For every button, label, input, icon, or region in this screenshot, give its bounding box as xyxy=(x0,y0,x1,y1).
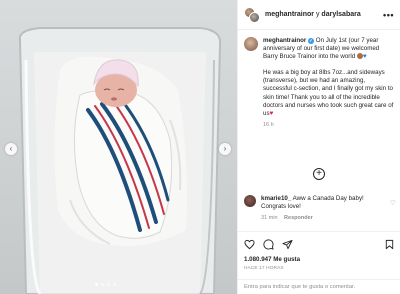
post-header: meghantrainor y darylsabara ••• xyxy=(238,0,400,30)
newborn-photo-illustration xyxy=(18,27,222,294)
comment-input[interactable] xyxy=(244,284,364,290)
post-timestamp: HACE 17 HORAS xyxy=(244,266,284,271)
red-heart-emoji-icon: ♥ xyxy=(269,109,274,117)
post-actions: 1.080.947 Me gusta HACE 17 HORAS xyxy=(238,231,400,271)
like-comment-heart-icon[interactable]: ♡ xyxy=(390,199,396,207)
blue-heart-emoji-icon: ♥ xyxy=(362,53,367,61)
chevron-right-icon: › xyxy=(223,144,227,153)
comment-body: kmarie10_ Aww a Canada Day baby! Congrat… xyxy=(261,195,381,222)
comment-username[interactable]: kmarie10_ xyxy=(261,195,291,202)
account-link[interactable]: meghantrainor xyxy=(265,11,314,18)
plus-circle-icon[interactable]: + xyxy=(313,168,325,180)
post-side-panel: meghantrainor y darylsabara ••• meghantr… xyxy=(237,0,400,294)
avatar[interactable] xyxy=(244,195,256,207)
post-photo[interactable]: ‹ › xyxy=(0,0,237,294)
reply-button[interactable]: Responder xyxy=(284,215,313,221)
share-icon[interactable] xyxy=(282,239,293,250)
carousel-dot xyxy=(95,283,98,286)
post-caption: meghantrainor ✓ On July 1st (our 7 year … xyxy=(238,30,400,129)
carousel-next-button[interactable]: › xyxy=(219,143,231,155)
account-link[interactable]: darylsabara xyxy=(321,11,360,18)
more-horizontal-icon[interactable]: ••• xyxy=(383,10,394,20)
chevron-left-icon: ‹ xyxy=(9,144,13,153)
caption-username[interactable]: meghantrainor xyxy=(263,37,306,44)
caption-paragraph-2-wrap: He was a big boy at 8lbs 7oz...and sidew… xyxy=(263,69,394,118)
caption-paragraph-2: He was a big boy at 8lbs 7oz...and sidew… xyxy=(263,69,394,117)
separator-text: y xyxy=(315,11,320,18)
verified-badge-icon: ✓ xyxy=(308,38,315,44)
comment-bar xyxy=(238,279,400,294)
carousel-dot xyxy=(113,283,116,286)
comment-icon[interactable] xyxy=(263,238,274,250)
collab-usernames: meghantrainor y darylsabara xyxy=(265,11,383,18)
caption-timestamp: 16 h xyxy=(263,121,274,128)
carousel-prev-button[interactable]: ‹ xyxy=(5,143,17,155)
comment-item: kmarie10_ Aww a Canada Day baby! Congrat… xyxy=(244,195,396,222)
carousel-dot xyxy=(107,283,110,286)
avatar[interactable] xyxy=(244,37,258,51)
heart-icon[interactable] xyxy=(244,239,255,250)
likes-count[interactable]: 1.080.947 Me gusta xyxy=(244,256,395,263)
carousel-dot xyxy=(101,283,104,286)
comment-timestamp: 31 min xyxy=(261,215,278,221)
comment-meta: 31 min Responder xyxy=(261,214,381,222)
collab-avatars[interactable] xyxy=(244,6,260,23)
action-icon-row xyxy=(244,238,395,250)
bookmark-icon[interactable] xyxy=(384,239,395,250)
avatar xyxy=(249,11,260,23)
caption-body: meghantrainor ✓ On July 1st (our 7 year … xyxy=(263,37,394,129)
carousel-indicator xyxy=(95,283,116,286)
